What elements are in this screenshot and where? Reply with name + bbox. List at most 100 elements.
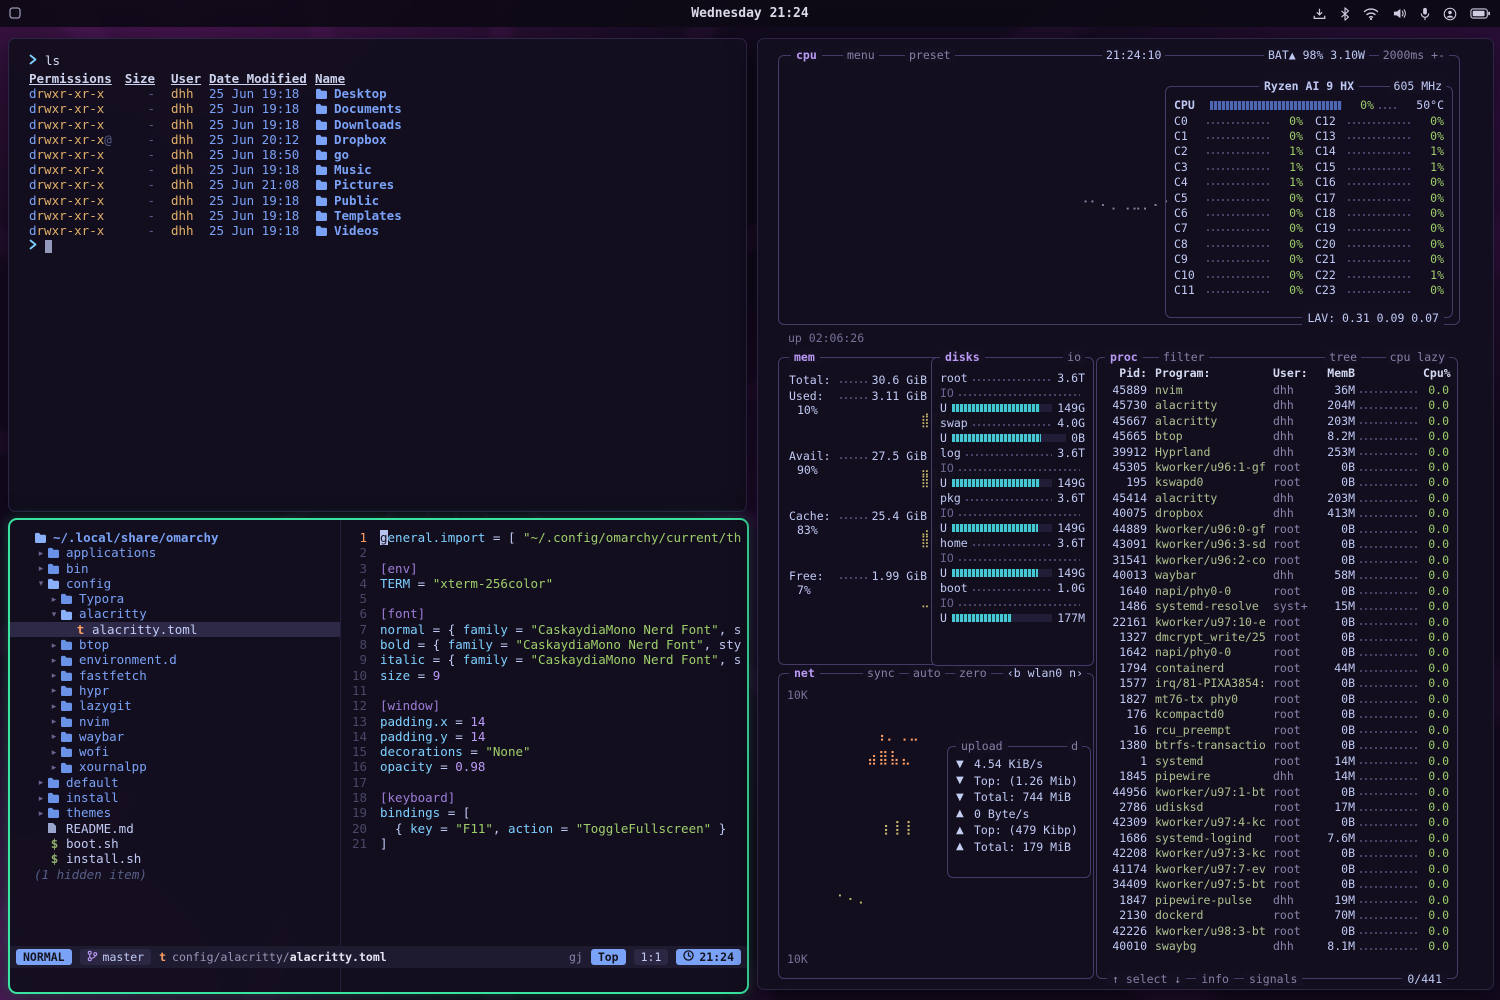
proc-box-title[interactable]: proc — [1105, 350, 1143, 364]
cpu-box-title[interactable]: cpu — [791, 48, 822, 62]
battery-icon[interactable] — [1470, 8, 1490, 19]
net-d-toggle[interactable]: d — [1067, 739, 1082, 753]
header-mem[interactable]: MemB — [1319, 366, 1355, 380]
process-row[interactable]: 1380 btrfs-transactio root 0B 0.0 — [1105, 737, 1449, 752]
editor-line[interactable]: 10size = 9 — [341, 668, 747, 683]
tree-item[interactable]: ▸▾ t $ default — [10, 775, 340, 790]
tree-item[interactable]: ▸▾ t $ bin — [10, 561, 340, 576]
header-program[interactable]: Program: — [1155, 366, 1273, 380]
menu-button[interactable]: menu — [843, 48, 879, 62]
system-menu-icon[interactable] — [9, 7, 21, 19]
process-row[interactable]: 1847 pipewire-pulse dhh 19M 0.0 — [1105, 892, 1449, 907]
editor-line[interactable]: 21] — [341, 836, 747, 851]
microphone-icon[interactable] — [1420, 7, 1430, 21]
process-row[interactable]: 1640 napi/phy0-0 root 0B 0.0 — [1105, 583, 1449, 598]
process-row[interactable]: 1827 mt76-tx phy0 root 0B 0.0 — [1105, 691, 1449, 706]
bluetooth-icon[interactable] — [1340, 7, 1350, 21]
net-sync-toggle[interactable]: sync — [863, 666, 899, 680]
process-row[interactable]: 1686 systemd-logind root 7.6M 0.0 — [1105, 830, 1449, 845]
process-row[interactable]: 16 rcu_preempt root 0B 0.0 — [1105, 722, 1449, 737]
mem-box-title[interactable]: mem — [789, 350, 820, 364]
process-row[interactable]: 44956 kworker/u97:1-bt root 0B 0.0 — [1105, 784, 1449, 799]
process-row[interactable]: 1327 dmcrypt_write/25 root 0B 0.0 — [1105, 629, 1449, 644]
editor-line[interactable]: 15decorations = "None" — [341, 744, 747, 759]
editor-window-nvim[interactable]: ▸▾ t $ ~/.local/share/omarchy ▸▾ t $ ap — [8, 518, 749, 994]
update-interval[interactable]: 2000ms +- — [1379, 48, 1449, 62]
editor-line[interactable]: 1general.import = [ "~/.config/omarchy/c… — [341, 530, 747, 545]
editor-line[interactable]: 8bold = { family = "CaskaydiaMono Nerd F… — [341, 637, 747, 652]
editor-line[interactable]: 6[font] — [341, 606, 747, 621]
process-row[interactable]: 1 systemd root 14M 0.0 — [1105, 753, 1449, 768]
info-hint[interactable]: info — [1196, 972, 1234, 986]
header-pid[interactable]: Pid: — [1105, 366, 1147, 380]
code-editor-panel[interactable]: 1general.import = [ "~/.config/omarchy/c… — [340, 520, 747, 992]
user-icon[interactable] — [1443, 7, 1457, 21]
process-row[interactable]: 22161 kworker/u97:10-e root 0B 0.0 — [1105, 614, 1449, 629]
process-row[interactable]: 45889 nvim dhh 36M 0.0 — [1105, 382, 1449, 397]
io-toggle[interactable]: io — [1063, 350, 1085, 364]
proc-sort-mode[interactable]: cpu lazy — [1386, 350, 1449, 364]
process-row[interactable]: 1845 pipewire dhh 14M 0.0 — [1105, 768, 1449, 783]
process-row[interactable]: 43091 kworker/u96:3-sd root 0B 0.0 — [1105, 537, 1449, 552]
process-row[interactable]: 40013 waybar dhh 58M 0.0 — [1105, 567, 1449, 582]
net-zero-toggle[interactable]: zero — [955, 666, 991, 680]
tree-item[interactable]: ▸▾ t $ themes — [10, 805, 340, 820]
editor-line[interactable]: 3[env] — [341, 561, 747, 576]
editor-line[interactable]: 20 { key = "F11", action = "ToggleFullsc… — [341, 821, 747, 836]
terminal-window-btop[interactable]: cpu menu preset 21:24:10 BAT▲ 98% 3.10W … — [757, 38, 1494, 990]
editor-line[interactable]: 19bindings = [ — [341, 805, 747, 820]
editor-line[interactable]: 9italic = { family = "CaskaydiaMono Nerd… — [341, 652, 747, 667]
select-hint[interactable]: ↑ select ↓ — [1107, 972, 1186, 986]
proc-tree-toggle[interactable]: tree — [1325, 350, 1361, 364]
process-row[interactable]: 41174 kworker/u97:7-ev root 0B 0.0 — [1105, 861, 1449, 876]
process-row[interactable]: 39912 Hyprland dhh 253M 0.0 — [1105, 444, 1449, 459]
header-user[interactable]: User: — [1273, 366, 1319, 380]
process-row[interactable]: 45305 kworker/u96:1-gf root 0B 0.0 — [1105, 459, 1449, 474]
process-row[interactable]: 42208 kworker/u97:3-kc root 0B 0.0 — [1105, 846, 1449, 861]
tree-item[interactable]: ▸▾ t $ install — [10, 790, 340, 805]
process-row[interactable]: 1577 irq/81-PIXA3854: root 0B 0.0 — [1105, 676, 1449, 691]
editor-line[interactable]: 16opacity = 0.98 — [341, 759, 747, 774]
tray-download-icon[interactable] — [1312, 7, 1327, 21]
process-row[interactable]: 1486 systemd-resolve syst+ 15M 0.0 — [1105, 598, 1449, 613]
process-row[interactable]: 2130 dockerd root 70M 0.0 — [1105, 907, 1449, 922]
net-box-title[interactable]: net — [789, 666, 820, 680]
net-interface[interactable]: ‹b wlan0 n› — [1003, 666, 1087, 680]
tree-item[interactable]: ▸▾ t $ xournalpp — [10, 759, 340, 774]
tree-item[interactable]: ▸▾ t $ applications — [10, 545, 340, 560]
process-row[interactable]: 176 kcompactd0 root 0B 0.0 — [1105, 707, 1449, 722]
file-tree-panel[interactable]: ▸▾ t $ ~/.local/share/omarchy ▸▾ t $ ap — [10, 520, 340, 992]
tree-item[interactable]: ▸▾ t $ README.md — [10, 821, 340, 836]
proc-filter-button[interactable]: filter — [1159, 350, 1209, 364]
tree-item[interactable]: ▸▾ t $ install.sh — [10, 851, 340, 866]
tree-item[interactable]: ▸▾ t $ (1 hidden item) — [10, 867, 340, 882]
net-auto-toggle[interactable]: auto — [909, 666, 945, 680]
header-cpu[interactable]: Cpu% — [1423, 366, 1449, 380]
disks-title[interactable]: disks — [940, 350, 985, 364]
process-row[interactable]: 40010 swaybg dhh 8.1M 0.0 — [1105, 938, 1449, 953]
editor-line[interactable]: 5 — [341, 591, 747, 606]
editor-line[interactable]: 14padding.y = 14 — [341, 729, 747, 744]
tree-item[interactable]: ▸▾ t $ boot.sh — [10, 836, 340, 851]
editor-line[interactable]: 2 — [341, 545, 747, 560]
process-row[interactable]: 42309 kworker/u97:4-kc root 0B 0.0 — [1105, 815, 1449, 830]
editor-line[interactable]: 13padding.x = 14 — [341, 714, 747, 729]
process-row[interactable]: 42226 kworker/u98:3-bt root 0B 0.0 — [1105, 923, 1449, 938]
volume-icon[interactable] — [1392, 7, 1407, 20]
editor-line[interactable]: 11 — [341, 683, 747, 698]
editor-line[interactable]: 17 — [341, 775, 747, 790]
process-row[interactable]: 31541 kworker/u96:2-co root 0B 0.0 — [1105, 552, 1449, 567]
process-row[interactable]: 1642 napi/phy0-0 root 0B 0.0 — [1105, 645, 1449, 660]
editor-line[interactable]: 12[window] — [341, 698, 747, 713]
process-row[interactable]: 45414 alacritty dhh 203M 0.0 — [1105, 490, 1449, 505]
editor-line[interactable]: 7normal = { family = "CaskaydiaMono Nerd… — [341, 622, 747, 637]
tree-item[interactable]: ▸▾ t $ alacritty — [10, 606, 340, 621]
process-row[interactable]: 45730 alacritty dhh 204M 0.0 — [1105, 397, 1449, 412]
process-row[interactable]: 45665 btop dhh 8.2M 0.0 — [1105, 428, 1449, 443]
tree-item[interactable]: ▸▾ t $ ~/.local/share/omarchy — [10, 530, 340, 545]
editor-line[interactable]: 18[keyboard] — [341, 790, 747, 805]
process-row[interactable]: 195 kswapd0 root 0B 0.0 — [1105, 475, 1449, 490]
process-row[interactable]: 2786 udisksd root 17M 0.0 — [1105, 799, 1449, 814]
signals-hint[interactable]: signals — [1244, 972, 1302, 986]
terminal-window-ls[interactable]: ls Permissions Size User Date Modified N… — [8, 38, 747, 512]
